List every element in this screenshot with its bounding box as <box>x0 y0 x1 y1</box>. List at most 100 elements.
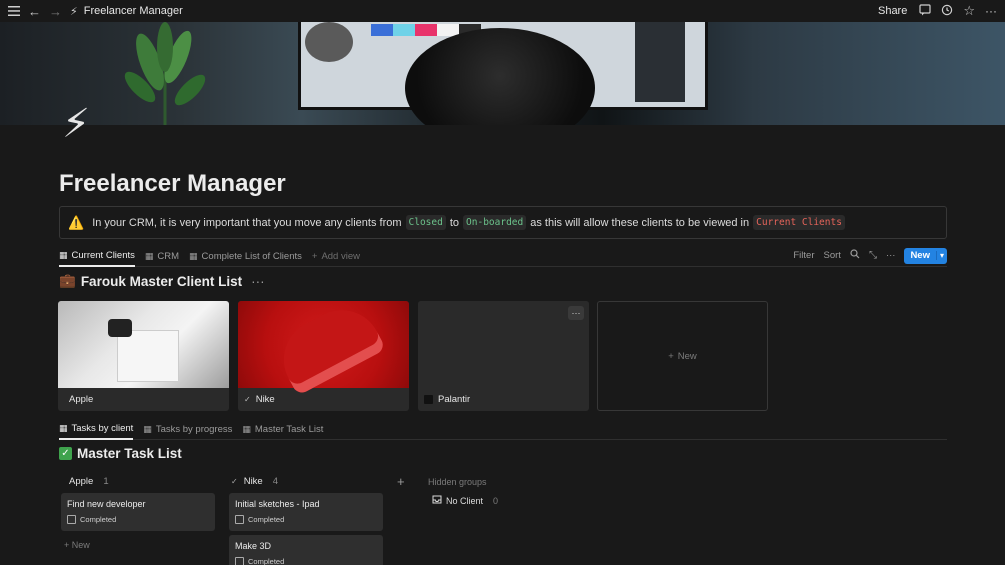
page-breadcrumb[interactable]: Freelancer Manager <box>84 5 183 17</box>
task-status: Completed <box>235 557 377 565</box>
card-cover <box>238 301 409 396</box>
board-icon: ▦ <box>144 250 154 261</box>
gallery-card-nike[interactable]: ✓ Nike <box>238 301 409 411</box>
view-tabs-clients: ▦ Current Clients ▦ CRM ▦ Complete List … <box>59 245 947 267</box>
page-icon[interactable]: ⚡ <box>62 100 90 148</box>
plus-icon: + <box>64 540 72 550</box>
card-cover <box>58 301 229 388</box>
tab-crm[interactable]: ▦ CRM <box>145 245 179 267</box>
tab-label: Complete List of Clients <box>201 250 302 262</box>
checkbox[interactable] <box>235 515 244 524</box>
task-card[interactable]: Initial sketches - Ipad Completed <box>229 493 383 531</box>
code-current-clients: Current Clients <box>753 215 845 230</box>
inbox-icon <box>432 495 442 506</box>
column-header[interactable]: Apple 1 <box>58 471 218 491</box>
status-label: Completed <box>80 515 117 524</box>
callout-text-1: In your CRM, it is very important that y… <box>92 216 402 229</box>
checkbox[interactable] <box>67 515 76 524</box>
microphone-illustration <box>305 22 353 62</box>
comment-icon[interactable] <box>919 3 931 19</box>
board-column-nike: ✓ Nike 4 Initial sketches - Ipad Complet… <box>226 471 386 565</box>
task-card[interactable]: Make 3D Completed <box>229 535 383 565</box>
tab-label: Tasks by progress <box>155 423 233 435</box>
task-list-heading[interactable]: ✓ Master Task List <box>59 446 182 461</box>
card-title: Apple <box>69 394 94 405</box>
chevron-down-icon[interactable]: ▾ <box>935 251 947 260</box>
new-card-button[interactable]: + New <box>597 301 768 411</box>
callout-block: ⚠️ In your CRM, it is very important tha… <box>59 206 947 239</box>
more-icon[interactable]: ··· <box>568 306 584 320</box>
gallery-card-apple[interactable]: Apple <box>58 301 229 411</box>
gallery-icon: ▦ <box>59 249 68 260</box>
new-button-label: New <box>910 250 930 261</box>
filter-button[interactable]: Filter <box>793 250 814 261</box>
callout-text-2: to <box>449 216 460 229</box>
plus-icon: + <box>668 350 674 362</box>
board-icon: ▦ <box>59 422 68 433</box>
view-tabs-tasks: ▦ Tasks by client ▦ Tasks by progress ▦ … <box>59 418 947 440</box>
palantir-logo-icon <box>424 395 433 404</box>
share-button[interactable]: Share <box>878 5 907 17</box>
tab-master-task-list[interactable]: ▦ Master Task List <box>242 418 323 440</box>
task-title: Initial sketches - Ipad <box>235 499 320 509</box>
add-task-label: New <box>71 540 90 550</box>
checkbox[interactable] <box>235 557 244 565</box>
client-list-title: Farouk Master Client List <box>80 273 243 289</box>
search-icon[interactable] <box>850 249 860 262</box>
add-group-button[interactable]: + <box>397 474 405 489</box>
column-count: 4 <box>272 475 279 487</box>
warning-icon: ⚠️ <box>68 214 85 230</box>
history-icon[interactable] <box>941 4 953 19</box>
tab-tasks-by-client[interactable]: ▦ Tasks by client <box>59 418 134 440</box>
status-label: Completed <box>248 557 285 565</box>
column-header[interactable]: ✓ Nike 4 <box>226 471 386 491</box>
table-icon: ▦ <box>242 423 251 434</box>
card-cover: ··· <box>418 301 589 388</box>
plus-icon: + <box>311 250 318 262</box>
card-title: Palantir <box>438 394 471 405</box>
hidden-groups-label: Hidden groups <box>428 477 487 487</box>
tab-current-clients[interactable]: ▦ Current Clients <box>59 245 135 267</box>
hidden-group-no-client[interactable]: No Client 0 <box>432 495 498 506</box>
add-view-label: Add view <box>321 250 360 262</box>
plant-illustration <box>124 22 206 125</box>
tab-label: Current Clients <box>71 249 135 261</box>
expand-icon[interactable]: ⤡ <box>869 250 877 261</box>
forward-arrow-icon[interactable]: → <box>49 4 62 19</box>
task-title: Find new developer <box>67 499 146 509</box>
column-title: Apple <box>69 475 94 487</box>
table-icon: ▦ <box>189 250 198 261</box>
more-icon[interactable]: ··· <box>886 250 896 261</box>
more-icon[interactable]: ··· <box>985 4 997 18</box>
nike-logo-icon: ✓ <box>231 476 238 486</box>
board-icon: ▦ <box>143 423 152 434</box>
task-status: Completed <box>67 515 209 524</box>
back-arrow-icon[interactable]: ← <box>28 4 41 19</box>
code-closed: Closed <box>405 215 446 230</box>
add-task-button[interactable]: + New <box>58 531 218 559</box>
add-view-button[interactable]: + Add view <box>312 245 360 267</box>
menu-icon[interactable] <box>8 6 20 16</box>
card-title: Nike <box>255 394 275 405</box>
task-card[interactable]: Find new developer Completed <box>61 493 215 531</box>
task-list-title: Master Task List <box>77 446 182 461</box>
page-title[interactable]: Freelancer Manager <box>59 170 286 198</box>
nike-logo-icon: ✓ <box>244 395 251 404</box>
gallery-card-palantir[interactable]: ··· Palantir <box>418 301 589 411</box>
no-client-count: 0 <box>493 495 499 506</box>
sort-button[interactable]: Sort <box>824 250 841 261</box>
tab-tasks-by-progress[interactable]: ▦ Tasks by progress <box>143 418 232 440</box>
client-list-heading[interactable]: 💼 Farouk Master Client List ··· <box>59 273 265 289</box>
callout-text-3: as this will allow these clients to be v… <box>530 216 750 229</box>
new-button[interactable]: New ▾ <box>904 247 947 264</box>
new-card-label: New <box>677 350 697 362</box>
cover-image[interactable] <box>0 22 1005 125</box>
tab-label: Tasks by client <box>71 422 134 434</box>
tab-complete-list[interactable]: ▦ Complete List of Clients <box>189 245 302 267</box>
task-title: Make 3D <box>235 541 272 551</box>
tab-label: CRM <box>157 250 180 262</box>
code-onboarded: On-boarded <box>463 215 527 230</box>
more-icon[interactable]: ··· <box>251 274 265 289</box>
tab-label: Master Task List <box>254 423 324 435</box>
star-icon[interactable]: ☆ <box>963 3 975 19</box>
